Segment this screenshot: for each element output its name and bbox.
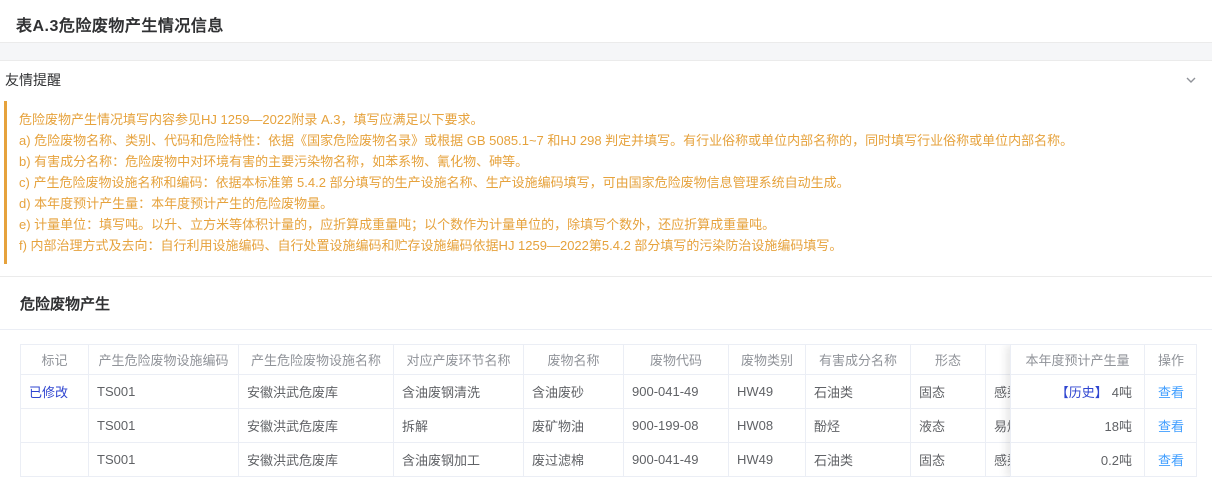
notice-line: b) 有害成分名称：危险废物中对环境有害的主要污染物名称，如苯系物、氰化物、砷等… bbox=[19, 151, 1190, 172]
col-header-stage: 对应产废环节名称 bbox=[394, 345, 524, 374]
view-link[interactable]: 查看 bbox=[1158, 416, 1184, 435]
col-header-mark: 标记 bbox=[21, 345, 89, 374]
fixed-row: 【历史】 4吨 查看 bbox=[1011, 375, 1197, 409]
notice-line: c) 产生危险废物设施名称和编码：依据本标准第 5.4.2 部分填写的生产设施名… bbox=[19, 172, 1190, 193]
reminder-title: 友情提醒 bbox=[5, 70, 61, 90]
notice-line: a) 危险废物名称、类别、代码和危险特性：依据《国家危险废物名录》或根据 GB … bbox=[19, 130, 1190, 151]
modified-badge: 已修改 bbox=[29, 382, 68, 401]
col-header-actions: 操作 bbox=[1145, 345, 1197, 374]
cell-harmful: 石油类 bbox=[806, 375, 911, 408]
cell-harmful: 石油类 bbox=[806, 443, 911, 476]
notice-line: f) 内部治理方式及去向：自行利用设施编码、自行处置设施编码和贮存设施编码依据H… bbox=[19, 235, 1190, 256]
notice-line: 危险废物产生情况填写内容参见HJ 1259—2022附录 A.3，填写应满足以下… bbox=[19, 109, 1190, 130]
cell-facility-name: 安徽洪武危废库 bbox=[239, 375, 394, 408]
qty-value: 0.2吨 bbox=[1101, 450, 1132, 469]
fixed-right-columns: 本年度预计产生量 操作 【历史】 4吨 查看 18吨 查看 bbox=[1010, 345, 1196, 477]
cell-facility-code: TS001 bbox=[89, 409, 239, 442]
cell-stage: 含油废钢清洗 bbox=[394, 375, 524, 408]
cell-facility-code: TS001 bbox=[89, 443, 239, 476]
cell-waste-code: 900-199-08 bbox=[624, 409, 729, 442]
notice-line: e) 计量单位：填写吨。以升、立方米等体积计量的，应折算成重量吨；以个数作为计量… bbox=[19, 214, 1190, 235]
cell-waste-class: HW49 bbox=[729, 443, 806, 476]
chevron-down-icon[interactable] bbox=[1184, 73, 1198, 87]
cell-waste-name: 含油废砂 bbox=[524, 375, 624, 408]
page: 表A.3危险废物产生情况信息 友情提醒 危险废物产生情况填写内容参见HJ 125… bbox=[0, 0, 1212, 478]
notice-line: d) 本年度预计产生量：本年度预计产生的危险废物量。 bbox=[19, 193, 1190, 214]
title-bar: 表A.3危险废物产生情况信息 bbox=[0, 0, 1212, 43]
cell-waste-code: 900-041-49 bbox=[624, 443, 729, 476]
view-link[interactable]: 查看 bbox=[1158, 382, 1184, 401]
cell-waste-name: 废矿物油 bbox=[524, 409, 624, 442]
cell-form: 液态 bbox=[911, 409, 986, 442]
col-header-yearly-qty: 本年度预计产生量 bbox=[1011, 345, 1145, 374]
cell-yearly-qty: 18吨 bbox=[1011, 409, 1145, 442]
col-header-waste-class: 废物类别 bbox=[729, 345, 806, 374]
history-tag: 【历史】 bbox=[1056, 382, 1108, 401]
cell-waste-code: 900-041-49 bbox=[624, 375, 729, 408]
fixed-header-row: 本年度预计产生量 操作 bbox=[1011, 345, 1197, 375]
col-header-facility-name: 产生危险废物设施名称 bbox=[239, 345, 394, 374]
waste-table: 标记 产生危险废物设施编码 产生危险废物设施名称 对应产废环节名称 废物名称 废… bbox=[20, 344, 1197, 477]
cell-form: 固态 bbox=[911, 443, 986, 476]
fixed-row: 18吨 查看 bbox=[1011, 409, 1197, 443]
cell-waste-name: 废过滤棉 bbox=[524, 443, 624, 476]
col-header-form: 形态 bbox=[911, 345, 986, 374]
divider bbox=[0, 329, 1212, 330]
view-link[interactable]: 查看 bbox=[1158, 450, 1184, 469]
cell-facility-name: 安徽洪武危废库 bbox=[239, 409, 394, 442]
reminder-collapse-header[interactable]: 友情提醒 bbox=[0, 61, 1212, 99]
cell-yearly-qty: 【历史】 4吨 bbox=[1011, 375, 1145, 408]
col-header-harmful: 有害成分名称 bbox=[806, 345, 911, 374]
cell-harmful: 酚烃 bbox=[806, 409, 911, 442]
section-title: 危险废物产生 bbox=[0, 277, 1212, 329]
qty-value: 18吨 bbox=[1105, 416, 1132, 435]
fixed-row: 0.2吨 查看 bbox=[1011, 443, 1197, 477]
cell-form: 固态 bbox=[911, 375, 986, 408]
qty-value: 4吨 bbox=[1112, 382, 1132, 401]
col-header-waste-name: 废物名称 bbox=[524, 345, 624, 374]
section-gap bbox=[0, 43, 1212, 61]
col-header-facility-code: 产生危险废物设施编码 bbox=[89, 345, 239, 374]
cell-waste-class: HW08 bbox=[729, 409, 806, 442]
cell-yearly-qty: 0.2吨 bbox=[1011, 443, 1145, 476]
page-title: 表A.3危险废物产生情况信息 bbox=[16, 12, 1196, 36]
cell-waste-class: HW49 bbox=[729, 375, 806, 408]
reminder-notice-box: 危险废物产生情况填写内容参见HJ 1259—2022附录 A.3，填写应满足以下… bbox=[4, 101, 1202, 264]
cell-facility-name: 安徽洪武危废库 bbox=[239, 443, 394, 476]
cell-stage: 拆解 bbox=[394, 409, 524, 442]
cell-facility-code: TS001 bbox=[89, 375, 239, 408]
cell-stage: 含油废钢加工 bbox=[394, 443, 524, 476]
col-header-waste-code: 废物代码 bbox=[624, 345, 729, 374]
